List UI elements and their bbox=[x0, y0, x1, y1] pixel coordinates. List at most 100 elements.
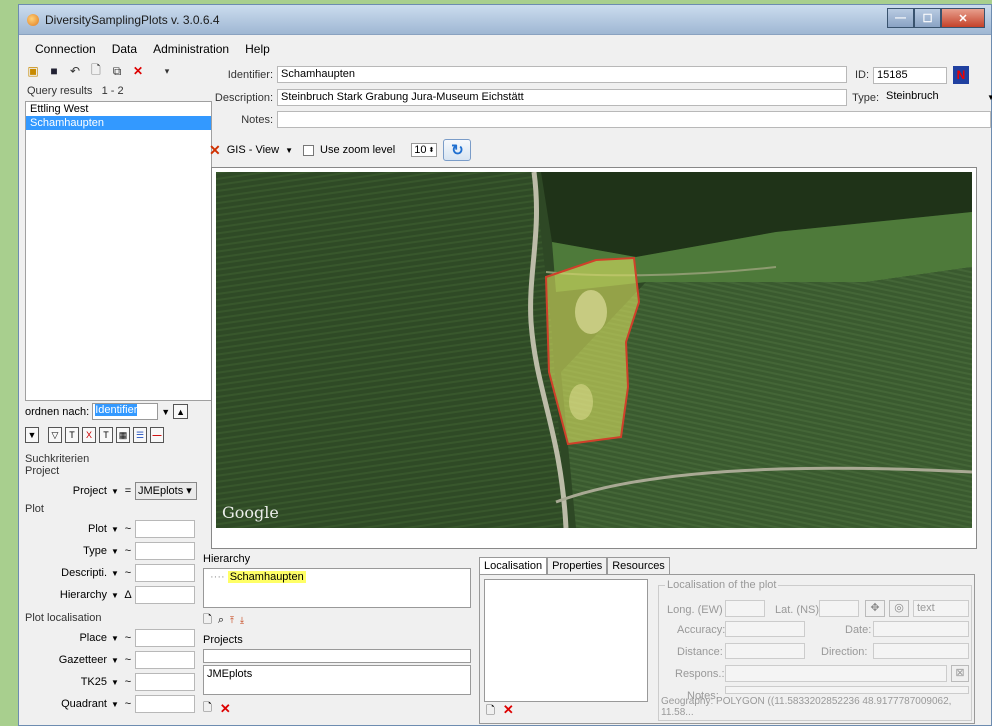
projects-list[interactable]: JMEplots bbox=[203, 665, 471, 695]
save-icon[interactable]: ■ bbox=[46, 63, 62, 79]
respons-select[interactable] bbox=[725, 665, 947, 682]
chevron-down-icon[interactable]: ▼ bbox=[111, 525, 121, 534]
criteria-input[interactable] bbox=[135, 564, 195, 582]
n-icon[interactable]: N bbox=[953, 66, 969, 84]
criteria-operator[interactable]: ~ bbox=[121, 632, 135, 644]
criteria-operator[interactable]: Δ bbox=[121, 589, 135, 601]
tab-localisation[interactable]: Localisation bbox=[479, 557, 548, 574]
menu-connection[interactable]: Connection bbox=[27, 40, 104, 58]
globe-icon[interactable]: ◎ bbox=[889, 600, 909, 617]
query-results-list[interactable]: Ettling West Schamhaupten bbox=[25, 101, 212, 401]
criteria-input[interactable] bbox=[135, 586, 195, 604]
format-select[interactable]: text bbox=[913, 600, 969, 617]
accuracy-field[interactable] bbox=[725, 621, 805, 637]
minus-icon[interactable]: — bbox=[150, 427, 164, 443]
gis-view-label[interactable]: GIS - View bbox=[227, 144, 279, 156]
chevron-down-icon[interactable]: ▼ bbox=[111, 591, 121, 600]
copy-icon[interactable]: ⧉ bbox=[109, 63, 125, 79]
lat-field[interactable] bbox=[819, 600, 859, 617]
menu-administration[interactable]: Administration bbox=[145, 40, 237, 58]
new-document-icon[interactable]: 🗋 bbox=[203, 611, 212, 630]
filter-save-icon[interactable]: ▦ bbox=[116, 427, 130, 443]
new-document-icon[interactable]: 🗋 bbox=[486, 702, 495, 721]
projects-input[interactable] bbox=[203, 649, 471, 663]
long-field[interactable] bbox=[725, 600, 765, 617]
minimize-button[interactable]: — bbox=[887, 8, 914, 28]
date-field[interactable] bbox=[873, 621, 969, 637]
sort-direction-button[interactable]: ▲ bbox=[173, 404, 189, 419]
chevron-down-icon[interactable]: ▼ bbox=[111, 678, 121, 687]
tab-resources[interactable]: Resources bbox=[607, 557, 670, 574]
criteria-operator[interactable]: ~ bbox=[121, 567, 135, 579]
zoom-stepper[interactable]: 10 ⬍ bbox=[411, 143, 438, 157]
binoculars-icon[interactable]: ⌕ bbox=[218, 614, 224, 627]
hierarchy-tree[interactable]: ···· Schamhaupten bbox=[203, 568, 471, 608]
collapse-button[interactable]: ▼ bbox=[25, 427, 39, 443]
identifier-field[interactable]: Schamhaupten bbox=[277, 66, 847, 83]
criteria-input[interactable] bbox=[135, 520, 195, 538]
clear-icon[interactable]: ⊠ bbox=[951, 665, 969, 682]
undo-icon[interactable]: ↶ bbox=[67, 63, 83, 79]
criteria-input[interactable] bbox=[135, 673, 195, 691]
hierarchy-node[interactable]: Schamhaupten bbox=[227, 571, 306, 583]
description-field[interactable]: Steinbruch Stark Grabung Jura-Museum Eic… bbox=[277, 89, 847, 106]
loc-notes-field[interactable] bbox=[725, 686, 969, 694]
list-item[interactable]: JMEplots bbox=[207, 668, 252, 680]
chevron-down-icon[interactable]: ▼ bbox=[161, 407, 170, 417]
filter-options-icon[interactable]: T bbox=[99, 427, 113, 443]
zoom-checkbox[interactable] bbox=[303, 144, 315, 156]
menu-help[interactable]: Help bbox=[237, 40, 278, 58]
notes-field[interactable] bbox=[277, 111, 991, 128]
menu-data[interactable]: Data bbox=[104, 40, 145, 58]
criteria-input[interactable] bbox=[135, 542, 195, 560]
project-operator[interactable]: = bbox=[121, 485, 135, 497]
open-query-icon[interactable]: ▣ bbox=[25, 63, 41, 79]
chevron-down-icon[interactable]: ▼ bbox=[111, 700, 121, 709]
maximize-button[interactable]: ☐ bbox=[914, 8, 941, 28]
list-item[interactable]: Ettling West bbox=[26, 102, 211, 116]
criteria-input[interactable] bbox=[135, 695, 195, 713]
filter-remove-icon[interactable]: X bbox=[82, 427, 96, 443]
parent-up-icon[interactable]: ⤒ bbox=[230, 615, 234, 626]
chevron-down-icon[interactable]: ▼ bbox=[111, 487, 121, 496]
chevron-down-icon[interactable]: ▼ bbox=[111, 656, 121, 665]
chevron-down-icon[interactable]: ▼ bbox=[111, 634, 121, 643]
respons-label: Respons.: bbox=[675, 668, 725, 680]
satellite-map[interactable]: Google bbox=[216, 172, 972, 528]
new-document-icon[interactable]: 🗋 bbox=[88, 63, 104, 79]
new-document-icon[interactable]: 🗋 bbox=[203, 699, 212, 718]
crosshair-icon[interactable]: ✥ bbox=[865, 600, 885, 617]
chevron-down-icon[interactable]: ▼ bbox=[987, 93, 992, 102]
criteria-operator[interactable]: ~ bbox=[121, 698, 135, 710]
toolbar: ▣ ■ ↶ 🗋 ⧉ ✕ ▾ bbox=[25, 63, 175, 79]
title-bar: DiversitySamplingPlots v. 3.0.6.4 — ☐ ✕ bbox=[19, 5, 991, 35]
parent-down-icon[interactable]: ⤓ bbox=[240, 615, 244, 626]
sort-select[interactable]: Identifier bbox=[92, 403, 159, 420]
refresh-button[interactable]: ↻ bbox=[443, 139, 472, 161]
close-button[interactable]: ✕ bbox=[941, 8, 985, 28]
type-select[interactable]: Steinbruch bbox=[883, 89, 987, 106]
filter-icon[interactable]: ▽ bbox=[48, 427, 62, 443]
criteria-input[interactable] bbox=[135, 629, 195, 647]
criteria-operator[interactable]: ~ bbox=[121, 523, 135, 535]
chevron-down-icon[interactable]: ▼ bbox=[111, 547, 121, 556]
criteria-operator[interactable]: ~ bbox=[121, 676, 135, 688]
localisation-list[interactable] bbox=[484, 579, 648, 702]
chevron-down-icon[interactable]: ▼ bbox=[285, 146, 293, 155]
criteria-operator[interactable]: ~ bbox=[121, 545, 135, 557]
project-select[interactable]: JMEplots ▾ bbox=[135, 482, 197, 500]
delete-icon[interactable]: ✕ bbox=[130, 63, 146, 79]
delete-icon[interactable]: ✕ bbox=[503, 702, 514, 721]
options-icon[interactable]: ▾ bbox=[159, 63, 175, 79]
criteria-input[interactable] bbox=[135, 651, 195, 669]
direction-field[interactable] bbox=[873, 643, 969, 659]
delete-icon[interactable]: ✕ bbox=[220, 701, 231, 717]
list-item-selected[interactable]: Schamhaupten bbox=[26, 116, 211, 130]
criteria-operator[interactable]: ~ bbox=[121, 654, 135, 666]
list-icon[interactable]: ☰ bbox=[133, 427, 147, 443]
window-title: DiversitySamplingPlots v. 3.0.6.4 bbox=[45, 13, 220, 27]
tab-properties[interactable]: Properties bbox=[547, 557, 608, 574]
filter-add-icon[interactable]: T bbox=[65, 427, 79, 443]
chevron-down-icon[interactable]: ▼ bbox=[111, 569, 121, 578]
distance-field[interactable] bbox=[725, 643, 805, 659]
